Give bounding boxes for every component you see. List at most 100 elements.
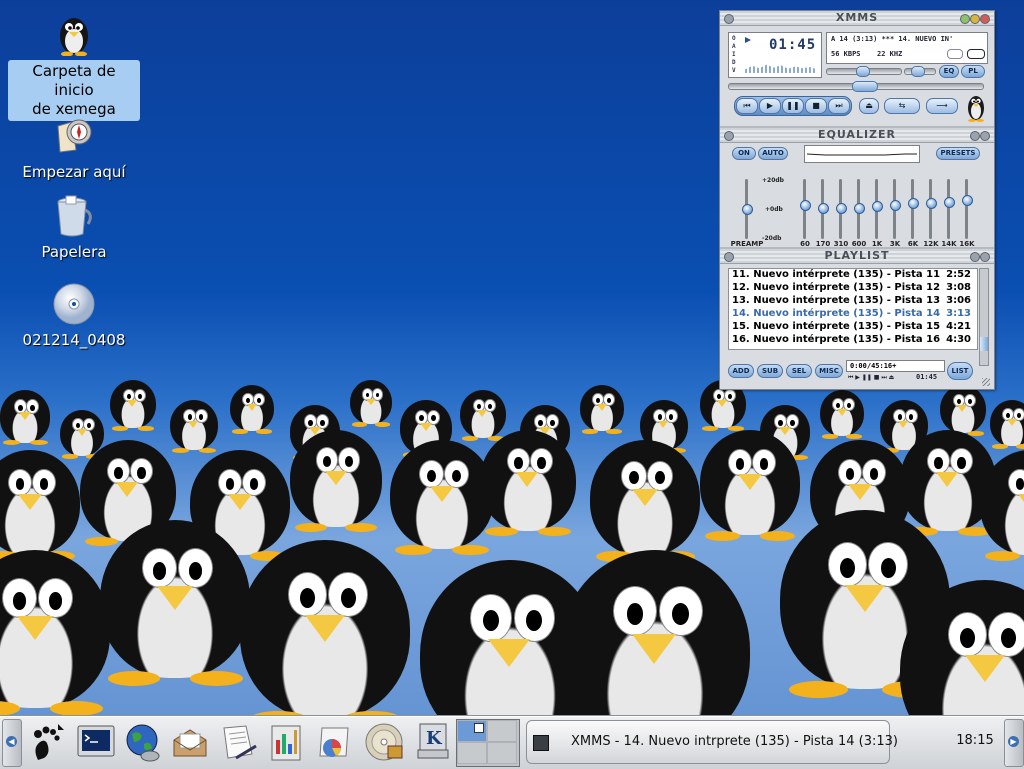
desktop-icon-cdrom[interactable]: 021214_0408	[8, 282, 140, 351]
penguin-figure	[290, 430, 382, 532]
penguin-figure	[480, 430, 576, 537]
pause-button[interactable]: ❚❚	[782, 98, 804, 114]
workspace-3[interactable]	[457, 742, 487, 764]
panel-hide-right-button[interactable]: ▶	[1004, 719, 1024, 767]
playlist-toggle-button[interactable]: PL	[961, 65, 985, 78]
volume-knob[interactable]	[856, 66, 870, 77]
bottom-panel: ◀ K XMMS - 14. Nuevo intrprete (135) - P…	[0, 716, 1024, 769]
xmms-window[interactable]: XMMS OAIDV 01:45 A 14 (3:13) *** 14. NUE…	[719, 10, 995, 390]
workspace-1[interactable]	[457, 720, 487, 742]
xmms-titlebar[interactable]: XMMS	[720, 11, 994, 26]
eq-toggle-button[interactable]: EQ	[939, 65, 959, 78]
xmms-title: XMMS	[835, 11, 879, 24]
penguin-figure	[0, 450, 80, 561]
shade-icon[interactable]	[970, 131, 980, 141]
playlist-add-button[interactable]: ADD	[728, 364, 754, 378]
repeat-button[interactable]: ⟶	[926, 98, 958, 114]
penguin-figure	[820, 390, 864, 439]
playlist-sub-button[interactable]: SUB	[757, 364, 783, 378]
shade-icon[interactable]	[970, 14, 980, 24]
spectrum-visualizer[interactable]	[745, 64, 817, 73]
penguin-figure	[0, 550, 110, 716]
playlist-list[interactable]: 11. Nuevo intérprete (135) - Pista 11 2:5…	[728, 268, 978, 350]
cd-player-launcher[interactable]	[362, 720, 406, 764]
playlist-row[interactable]: 14. Nuevo intérprete (135) - Pista 14 3:1…	[729, 308, 977, 321]
workspace-2[interactable]	[487, 720, 517, 742]
close-icon[interactable]	[980, 131, 990, 141]
eq-band-knob[interactable]	[908, 198, 919, 209]
equalizer-titlebar[interactable]: EQUALIZER	[720, 128, 994, 143]
close-icon[interactable]	[980, 14, 990, 24]
close-icon[interactable]	[980, 252, 990, 262]
panel-hide-left-button[interactable]: ◀	[2, 719, 22, 767]
song-info-display[interactable]: A 14 (3:13) *** 14. NUEVO IN' 56 KBPS 22…	[826, 32, 988, 64]
next-button[interactable]: ⏭	[828, 98, 850, 114]
eq-band-knob[interactable]	[836, 202, 847, 214]
xmms-penguin-icon[interactable]	[965, 92, 987, 122]
preamp-knob[interactable]	[742, 204, 753, 215]
eq-band-slider[interactable]	[965, 179, 968, 239]
playlist-row[interactable]: 13. Nuevo intérprete (135) - Pista 13 3:0…	[729, 295, 977, 308]
minimize-icon[interactable]	[960, 14, 970, 24]
desktop-icon-home[interactable]: Carpeta de inicio de xemega	[8, 12, 140, 121]
seek-knob[interactable]	[852, 81, 878, 92]
playlist-titlebar[interactable]: PLAYLIST	[720, 249, 994, 264]
taskbar-button-xmms[interactable]: XMMS - 14. Nuevo intrprete (135) - Pista…	[526, 720, 898, 764]
preamp-label: PREAMP	[730, 240, 764, 248]
eq-on-button[interactable]: ON	[732, 147, 756, 160]
clock[interactable]: 18:15	[950, 733, 1000, 748]
time-display[interactable]: OAIDV 01:45	[728, 32, 822, 78]
spreadsheet-icon	[319, 727, 349, 757]
eq-band-knob[interactable]	[872, 201, 883, 212]
eq-band-knob[interactable]	[854, 202, 865, 214]
playlist-mini-transport[interactable]: ⏮ ▶ ❚❚ ■ ⏭ ⏏	[848, 374, 914, 382]
shade-icon[interactable]	[970, 252, 980, 262]
play-button[interactable]: ▶	[759, 98, 781, 114]
workspace-4[interactable]	[487, 742, 517, 764]
playlist-sel-button[interactable]: SEL	[786, 364, 812, 378]
scrollbar-thumb[interactable]	[980, 337, 988, 351]
eq-band-slider[interactable]	[929, 179, 932, 239]
shuffle-button[interactable]: ⇆	[884, 98, 920, 114]
terminal-launcher[interactable]	[74, 720, 118, 764]
mail-launcher[interactable]	[168, 720, 212, 764]
bitrate: 56 KBPS	[831, 50, 861, 58]
spreadsheet-launcher[interactable]	[312, 720, 356, 764]
kde-launcher[interactable]: K	[410, 720, 454, 764]
balance-knob[interactable]	[911, 66, 925, 77]
playlist-list-button[interactable]: LIST	[947, 362, 973, 380]
desktop-icon-trash[interactable]: Papelera	[8, 194, 140, 263]
text-editor-launcher[interactable]	[216, 720, 260, 764]
status-letters: OAIDV	[732, 35, 736, 74]
resize-grip-icon[interactable]	[982, 378, 990, 386]
eq-band-knob[interactable]	[944, 196, 955, 208]
track-title: 15. Nuevo intérprete (135) - Pista 15	[732, 321, 941, 332]
playlist-title: PLAYLIST	[824, 249, 890, 262]
workspace-pager[interactable]	[456, 719, 520, 767]
desktop-icon-label: Empezar aquí	[22, 163, 126, 181]
eq-band-knob[interactable]	[926, 198, 937, 209]
eq-band-slider[interactable]	[947, 179, 950, 239]
playlist-row[interactable]: 12. Nuevo intérprete (135) - Pista 12 3:0…	[729, 282, 977, 295]
desktop-icon-label: 021214_0408	[22, 331, 126, 349]
playlist-row[interactable]: 15. Nuevo intérprete (135) - Pista 15 4:2…	[729, 321, 977, 334]
eq-band-knob[interactable]	[818, 202, 829, 214]
playlist-row[interactable]: 11. Nuevo intérprete (135) - Pista 11 2:5…	[729, 269, 977, 282]
desktop-icon-start-here[interactable]: Empezar aquí	[8, 114, 140, 183]
elapsed-time: 01:45	[769, 37, 817, 53]
playlist-misc-button[interactable]: MISC	[815, 364, 843, 378]
eq-band-knob[interactable]	[890, 199, 901, 211]
previous-button[interactable]: ⏮	[736, 98, 758, 114]
eq-band-knob[interactable]	[962, 195, 973, 206]
playlist-scrollbar[interactable]	[979, 268, 989, 366]
eq-band-knob[interactable]	[800, 199, 811, 211]
web-browser-launcher[interactable]	[120, 720, 164, 764]
presentation-launcher[interactable]	[264, 720, 308, 764]
playlist-row[interactable]: 16. Nuevo intérprete (135) - Pista 16 4:3…	[729, 334, 977, 347]
eq-presets-button[interactable]: PRESETS	[936, 147, 980, 160]
eq-auto-button[interactable]: AUTO	[758, 147, 788, 160]
eject-button[interactable]: ⏏	[859, 98, 879, 114]
stop-button[interactable]: ■	[805, 98, 827, 114]
main-menu-button[interactable]	[24, 720, 68, 764]
eq-band-slider[interactable]	[911, 179, 914, 239]
